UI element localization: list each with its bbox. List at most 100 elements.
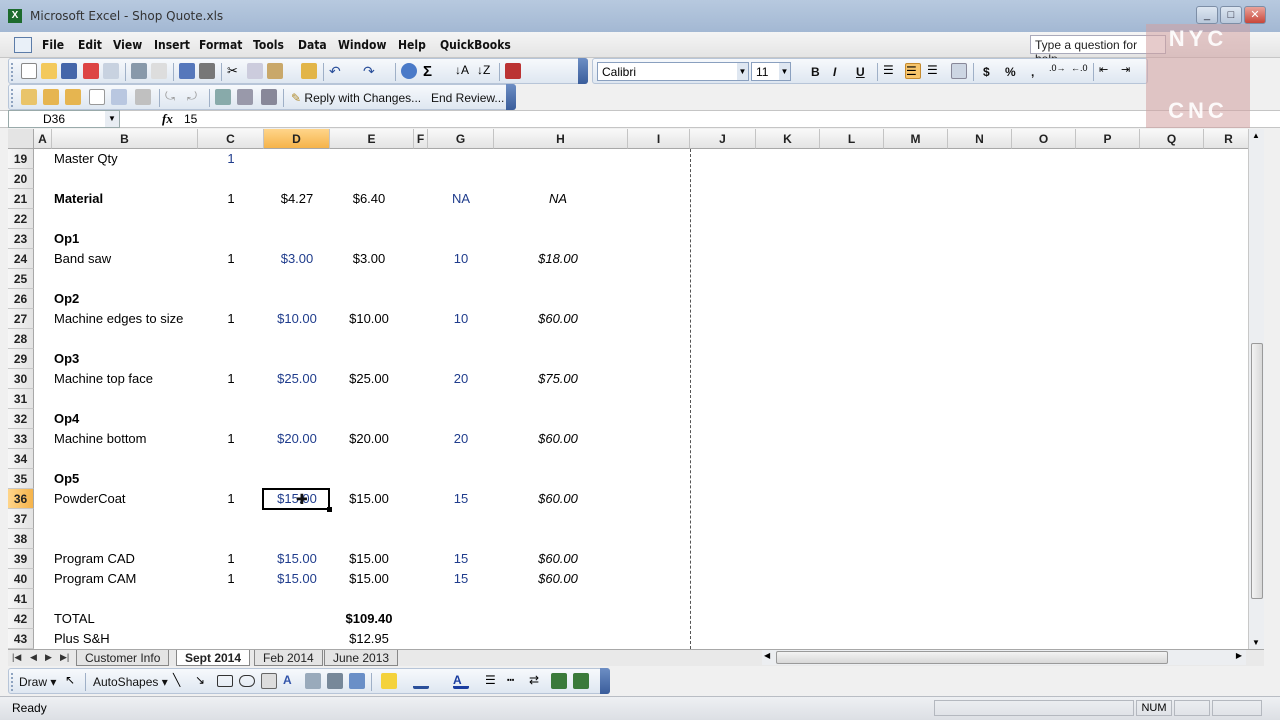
row-header-27[interactable]: 27 — [8, 309, 34, 329]
toolbar-grip[interactable] — [11, 673, 15, 691]
cell-c40[interactable]: 1 — [198, 569, 264, 589]
comma-button[interactable]: , — [1031, 65, 1034, 79]
chart-wizard-icon[interactable] — [505, 63, 521, 79]
toolbar-options-icon[interactable] — [506, 84, 516, 110]
horizontal-scroll-thumb[interactable] — [776, 651, 1168, 664]
diagram-icon[interactable] — [305, 673, 321, 689]
ink-icon[interactable] — [237, 89, 253, 105]
column-header-k[interactable]: K — [756, 129, 820, 149]
cell-g36[interactable]: 15 — [428, 489, 494, 509]
line-color-icon[interactable] — [413, 673, 429, 689]
decrease-indent-icon[interactable]: ⇤ — [1099, 63, 1115, 79]
sheet-tab-customer-info[interactable]: Customer Info — [76, 650, 170, 666]
redo-icon[interactable]: ↷ — [363, 63, 379, 79]
cell-b19[interactable]: Master Qty — [54, 149, 196, 169]
minimize-button[interactable]: _ — [1196, 6, 1218, 24]
reply-with-changes-button[interactable]: ✎ Reply with Changes... — [291, 91, 421, 105]
row-header-23[interactable]: 23 — [8, 229, 34, 249]
delete-comment-icon[interactable] — [135, 89, 151, 105]
decrease-decimal-icon[interactable]: ←.0 — [1071, 63, 1088, 79]
row-header-20[interactable]: 20 — [8, 169, 34, 189]
cell-h24[interactable]: $18.00 — [494, 249, 622, 269]
cell-h40[interactable]: $60.00 — [494, 569, 622, 589]
previous-comment-icon[interactable] — [43, 89, 59, 105]
fill-color-icon[interactable] — [381, 673, 397, 689]
chevron-down-icon[interactable]: ▼ — [779, 63, 790, 80]
cell-c39[interactable]: 1 — [198, 549, 264, 569]
format-painter-icon[interactable] — [301, 63, 317, 79]
column-header-m[interactable]: M — [884, 129, 948, 149]
sort-ascending-icon[interactable]: ↓A — [455, 63, 471, 79]
italic-button[interactable]: I — [833, 65, 836, 79]
cell-g27[interactable]: 10 — [428, 309, 494, 329]
font-color-icon[interactable]: A — [453, 673, 469, 689]
dash-style-icon[interactable]: ┅ — [507, 673, 523, 689]
sheet-tab-sept-2014[interactable]: Sept 2014 — [176, 650, 251, 666]
fill-handle[interactable] — [327, 507, 332, 512]
cell-b27[interactable]: Machine edges to size — [54, 309, 196, 329]
line-icon[interactable]: ╲ — [173, 673, 189, 689]
annotations-icon[interactable] — [261, 89, 277, 105]
show-all-comments-icon[interactable] — [111, 89, 127, 105]
row-header-31[interactable]: 31 — [8, 389, 34, 409]
picture-icon[interactable] — [349, 673, 365, 689]
cell-e36[interactable]: $15.00 — [330, 489, 408, 509]
row-header-37[interactable]: 37 — [8, 509, 34, 529]
cell-c27[interactable]: 1 — [198, 309, 264, 329]
arrow-icon[interactable]: ↘ — [195, 673, 211, 689]
column-header-o[interactable]: O — [1012, 129, 1076, 149]
column-header-h[interactable]: H — [494, 129, 628, 149]
cell-c24[interactable]: 1 — [198, 249, 264, 269]
sort-descending-icon[interactable]: ↓Z — [477, 63, 493, 79]
column-header-j[interactable]: J — [690, 129, 756, 149]
toolbar-grip[interactable] — [11, 89, 15, 107]
chevron-down-icon[interactable]: ▼ — [105, 111, 119, 127]
row-header-24[interactable]: 24 — [8, 249, 34, 269]
menu-file[interactable]: File — [42, 38, 64, 52]
menu-data[interactable]: Data — [298, 38, 327, 52]
cell-b23[interactable]: Op1 — [54, 229, 196, 249]
cell-b24[interactable]: Band saw — [54, 249, 196, 269]
name-box[interactable]: D36 ▼ — [8, 110, 120, 128]
font-name-select[interactable]: Calibri ▼ — [597, 62, 749, 81]
menu-help[interactable]: Help — [398, 38, 426, 52]
cell-b33[interactable]: Machine bottom — [54, 429, 196, 449]
cell-d21[interactable]: $4.27 — [264, 189, 330, 209]
cell-h33[interactable]: $60.00 — [494, 429, 622, 449]
cell-b36[interactable]: PowderCoat — [54, 489, 196, 509]
column-header-a[interactable]: A — [34, 129, 52, 149]
rectangle-icon[interactable] — [217, 675, 233, 687]
arrow-style-icon[interactable]: ⇄ — [529, 673, 545, 689]
column-header-l[interactable]: L — [820, 129, 884, 149]
cut-icon[interactable]: ✂ — [227, 63, 243, 79]
oval-icon[interactable] — [239, 675, 255, 687]
last-sheet-icon[interactable]: ▶| — [60, 652, 69, 663]
column-header-r[interactable]: R — [1204, 129, 1248, 149]
column-header-i[interactable]: I — [628, 129, 690, 149]
increase-decimal-icon[interactable]: .0→ — [1049, 63, 1066, 79]
cell-b30[interactable]: Machine top face — [54, 369, 196, 389]
row-header-35[interactable]: 35 — [8, 469, 34, 489]
scroll-left-icon[interactable]: ◀ — [764, 651, 770, 660]
workbook-icon[interactable] — [14, 37, 32, 53]
cell-b39[interactable]: Program CAD — [54, 549, 196, 569]
print-icon[interactable] — [131, 63, 147, 79]
autosum-icon[interactable]: Σ — [423, 63, 439, 80]
cell-b40[interactable]: Program CAM — [54, 569, 196, 589]
spreadsheet-grid[interactable]: ABCDEFGHIJKLMNOPQR 19 20 21 22 23 24 25 26 27 28 2… — [8, 129, 1248, 649]
hyperlink-icon[interactable] — [401, 63, 417, 79]
align-left-icon[interactable]: ☰ — [883, 63, 899, 79]
column-header-d[interactable]: D — [264, 129, 330, 149]
row-header-34[interactable]: 34 — [8, 449, 34, 469]
email-icon[interactable] — [103, 63, 119, 79]
next-sheet-icon[interactable]: ▶ — [45, 652, 52, 663]
underline-button[interactable]: U — [856, 65, 865, 79]
clip-art-icon[interactable] — [327, 673, 343, 689]
select-objects-icon[interactable]: ↖ — [65, 673, 81, 689]
insert-function-icon[interactable]: fx — [162, 111, 173, 127]
row-header-28[interactable]: 28 — [8, 329, 34, 349]
currency-button[interactable]: $ — [983, 65, 990, 79]
scroll-up-icon[interactable]: ▲ — [1252, 131, 1260, 140]
row-header-30[interactable]: 30 — [8, 369, 34, 389]
show-comment-icon[interactable] — [89, 89, 105, 105]
